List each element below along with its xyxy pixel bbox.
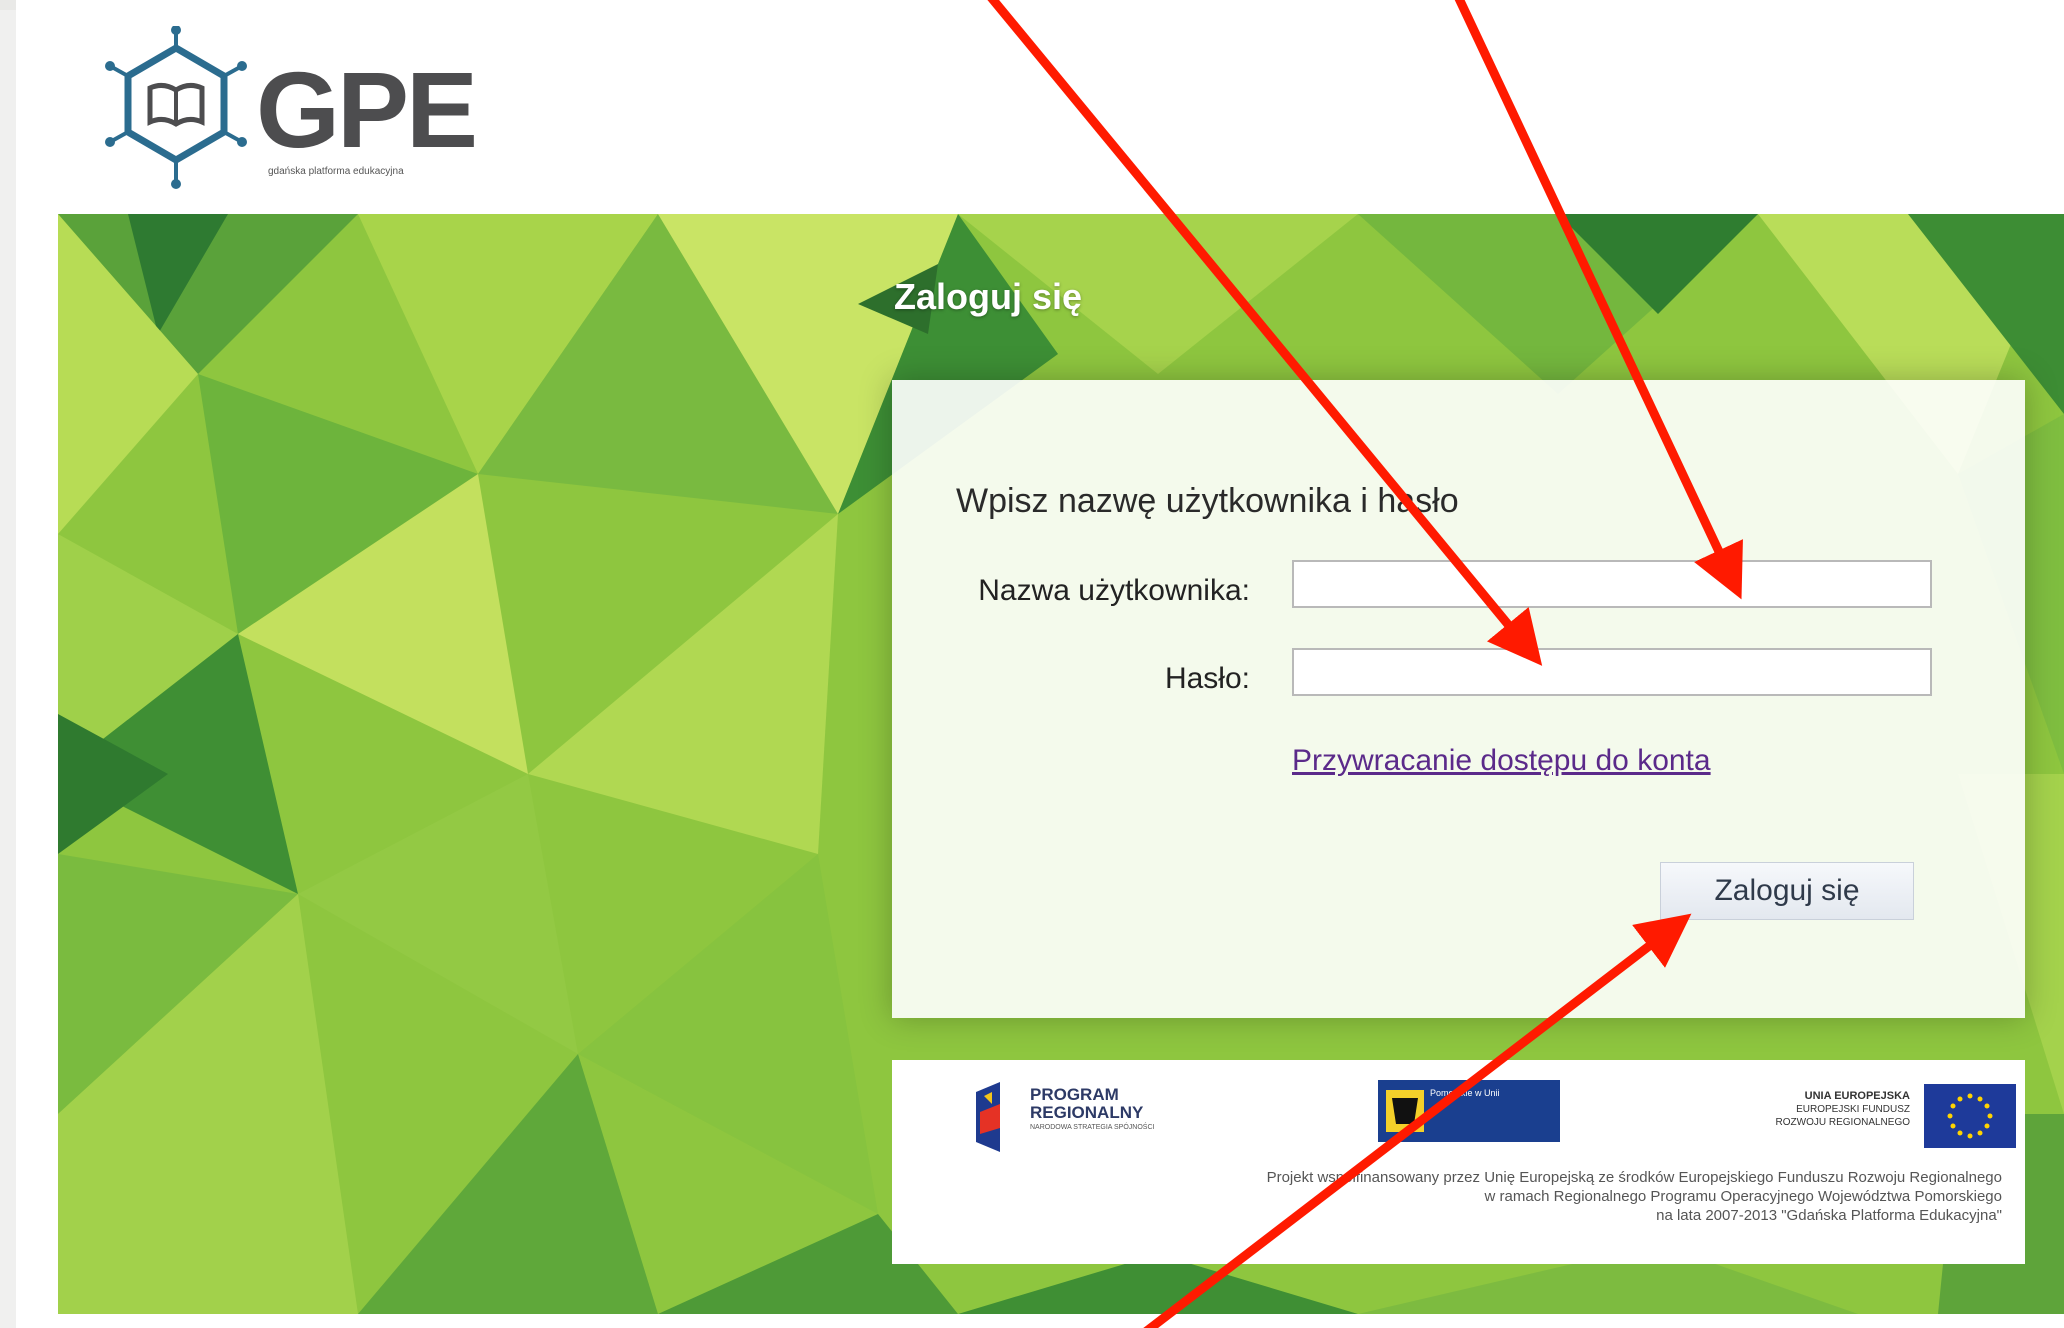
login-panel: Wpisz nazwę użytkownika i hasło Nazwa uż… xyxy=(892,380,2025,1018)
eu-title: UNIA EUROPEJSKA xyxy=(1804,1090,1910,1102)
password-input[interactable] xyxy=(1292,648,1932,696)
pomorskie-icon xyxy=(1386,1090,1424,1132)
username-label: Nazwa użytkownika: xyxy=(978,574,1250,607)
eu-flag-icon xyxy=(1924,1084,2016,1148)
eu-logo: UNIA EUROPEJSKA EUROPEJSKI FUNDUSZ ROZWO… xyxy=(1742,1084,2016,1154)
page: GPE gdańska platforma edukacyjna Zaloguj… xyxy=(16,0,2064,1328)
pomorskie-logo: Pomorskie w Unii xyxy=(1378,1080,1560,1142)
project-line-3: na lata 2007-2013 "Gdańska Platforma Edu… xyxy=(1656,1207,2002,1224)
program-regionalny-logo: PROGRAM REGIONALNY NARODOWA STRATEGIA SP… xyxy=(970,1082,1190,1152)
logo-wordmark: GPE xyxy=(256,49,478,170)
project-line-2: w ramach Regionalnego Programu Operacyjn… xyxy=(1484,1188,2003,1205)
funding-footer: PROGRAM REGIONALNY NARODOWA STRATEGIA SP… xyxy=(892,1060,2025,1264)
recover-account-link[interactable]: Przywracanie dostępu do konta xyxy=(1292,744,1711,778)
program-subtitle: NARODOWA STRATEGIA SPÓJNOŚCI xyxy=(1030,1124,1155,1131)
project-info: Projekt współfinansowany przez Unię Euro… xyxy=(912,1168,2002,1225)
password-label: Hasło: xyxy=(1164,662,1250,695)
hero-background: Zaloguj się Wpisz nazwę użytkownika i ha… xyxy=(58,214,2064,1314)
login-button[interactable]: Zaloguj się xyxy=(1660,862,1914,920)
project-line-1: Projekt współfinansowany przez Unię Euro… xyxy=(1266,1169,2002,1186)
pomorskie-text: Pomorskie w Unii xyxy=(1430,1088,1500,1098)
gpe-logo-icon xyxy=(105,25,247,189)
eu-sub2: ROZWOJU REGIONALNEGO xyxy=(1775,1117,1910,1128)
username-input[interactable] xyxy=(1292,560,1932,608)
program-regionalny-icon xyxy=(976,1082,1000,1152)
eu-text: UNIA EUROPEJSKA EUROPEJSKI FUNDUSZ ROZWO… xyxy=(1742,1090,1910,1129)
eu-sub1: EUROPEJSKI FUNDUSZ xyxy=(1796,1104,1910,1115)
login-header: Zaloguj się xyxy=(894,276,1083,317)
logo-tagline: gdańska platforma edukacyjna xyxy=(268,166,404,177)
gpe-logo[interactable]: GPE gdańska platforma edukacyjna xyxy=(96,25,478,206)
login-prompt: Wpisz nazwę użytkownika i hasło xyxy=(956,482,1459,520)
program-title: PROGRAM REGIONALNY xyxy=(1030,1085,1144,1122)
